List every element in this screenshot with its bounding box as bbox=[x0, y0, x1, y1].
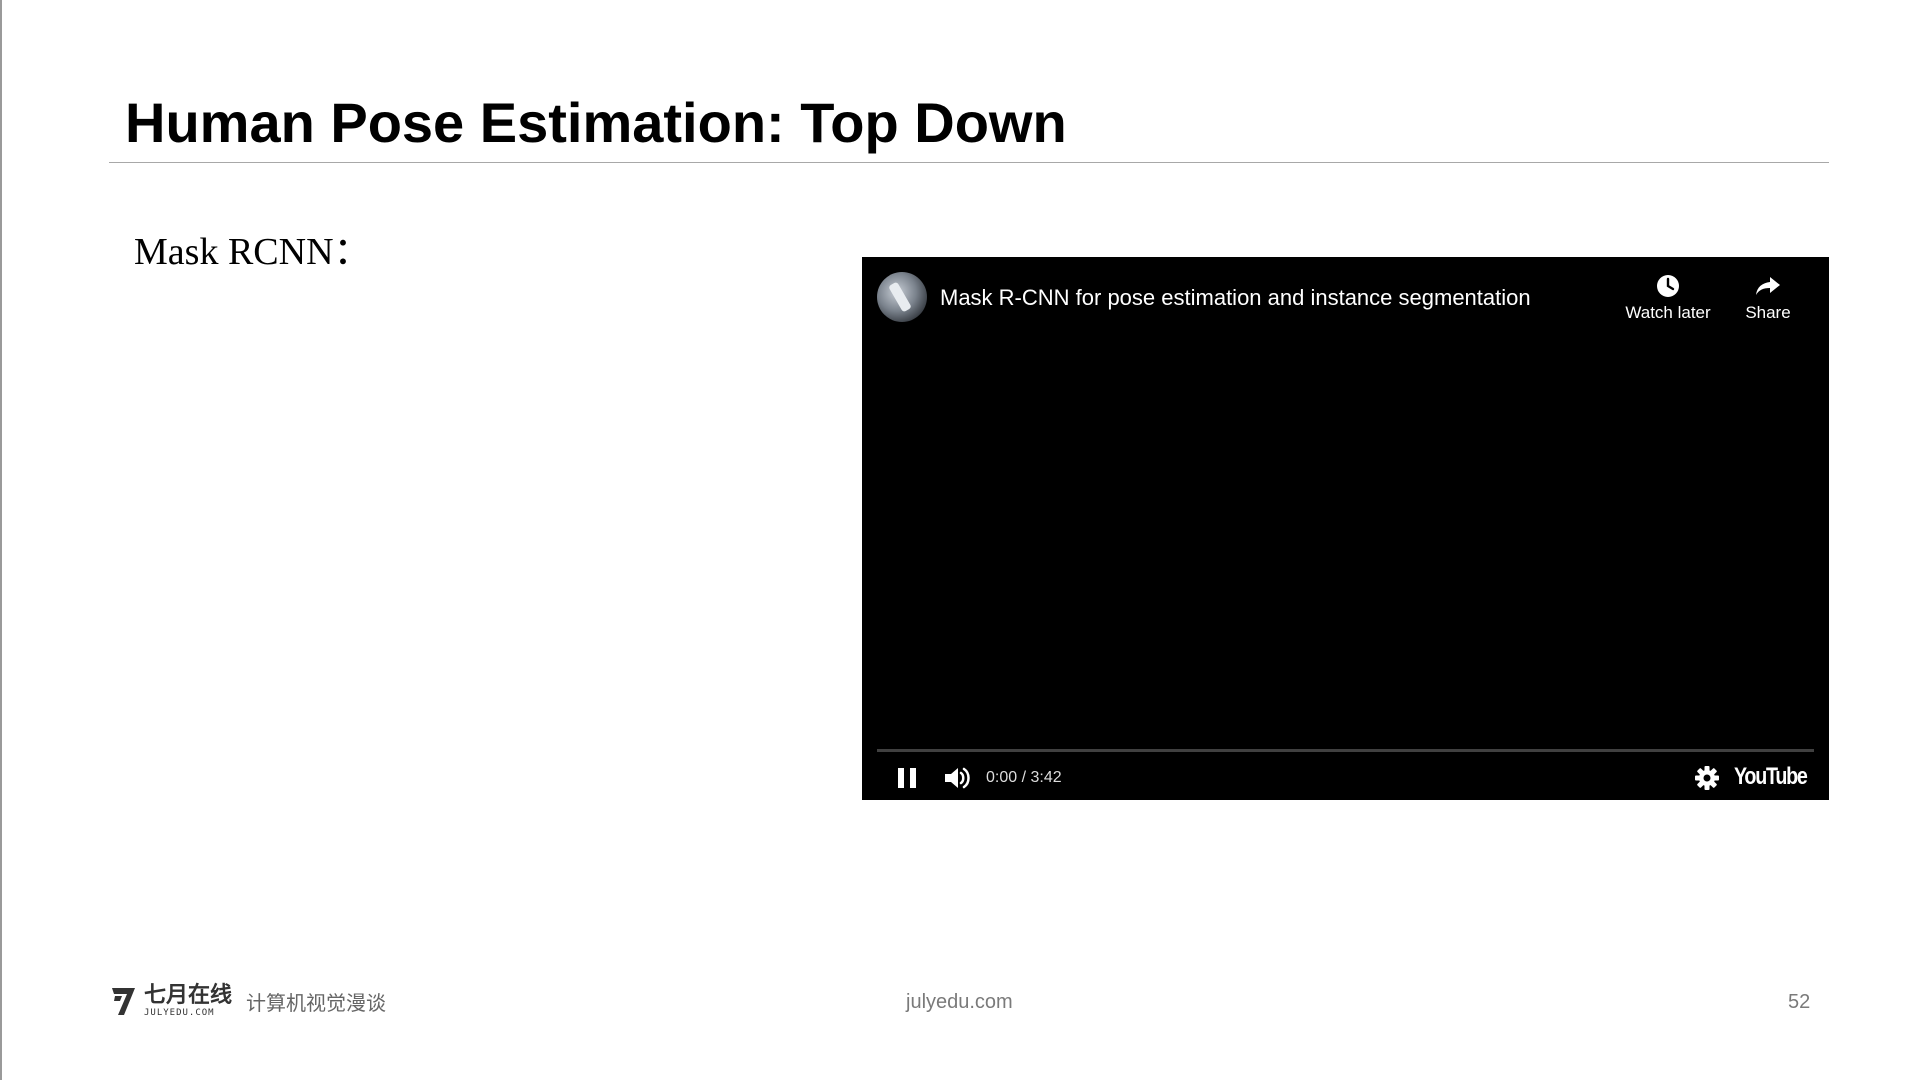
title-divider bbox=[109, 162, 1829, 163]
brand-name-cn: 七月在线 bbox=[144, 982, 233, 1008]
brand-logo-text: 七月在线 JULYEDU.COM bbox=[144, 982, 233, 1018]
time-display: 0:00 / 3:42 bbox=[986, 769, 1062, 786]
gear-icon[interactable] bbox=[1694, 765, 1720, 791]
footer-brand: 七月在线 JULYEDU.COM 计算机视觉漫谈 bbox=[110, 984, 386, 1018]
channel-avatar[interactable] bbox=[877, 272, 927, 322]
course-name: 计算机视觉漫谈 bbox=[246, 990, 387, 1015]
progress-bar[interactable] bbox=[877, 749, 1814, 752]
slide-title: Human Pose Estimation: Top Down bbox=[125, 91, 1067, 154]
slide-subtitle: Mask RCNN： bbox=[134, 231, 372, 273]
youtube-embed-player[interactable]: Mask R-CNN for pose estimation and insta… bbox=[862, 257, 1829, 800]
brand-logo-mark bbox=[112, 988, 135, 1015]
slide: Human Pose Estimation: Top Down Mask RCN… bbox=[0, 0, 1920, 1080]
video-title-link[interactable]: Mask R-CNN for pose estimation and insta… bbox=[940, 283, 1531, 313]
volume-icon[interactable] bbox=[942, 764, 972, 792]
watch-later-label: Watch later bbox=[1625, 303, 1711, 322]
brand-name-en: JULYEDU.COM bbox=[144, 1007, 215, 1018]
watch-later-button[interactable]: Watch later bbox=[1613, 271, 1723, 331]
share-label: Share bbox=[1745, 303, 1791, 322]
footer-url: julyedu.com bbox=[906, 991, 1013, 1013]
clock-icon bbox=[1657, 275, 1679, 297]
youtube-logo[interactable]: YouTube bbox=[1734, 763, 1808, 791]
page-number: 52 bbox=[1788, 991, 1811, 1013]
share-button[interactable]: Share bbox=[1713, 271, 1823, 331]
share-arrow-icon bbox=[1756, 277, 1780, 295]
pause-icon[interactable] bbox=[895, 765, 919, 791]
